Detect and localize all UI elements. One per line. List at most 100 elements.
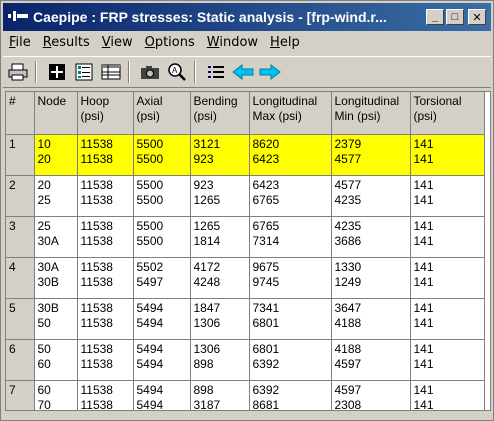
cell-lmin: 4188 4597 bbox=[331, 339, 411, 381]
cell-value: 11538 bbox=[80, 300, 113, 315]
row-number: 6 bbox=[6, 339, 35, 381]
cell-axial: 5500 5500 bbox=[133, 175, 191, 217]
cell-node: 20 25 bbox=[34, 175, 78, 217]
cell-lmax: 8620 6423 bbox=[249, 134, 332, 176]
cell-value: 1306 bbox=[193, 315, 221, 330]
minimize-button[interactable]: _ bbox=[426, 9, 444, 25]
column-header-line2: (psi) bbox=[80, 109, 104, 123]
list-view-icon[interactable] bbox=[72, 61, 96, 83]
cell-value: 50 bbox=[37, 315, 51, 330]
svg-text:A: A bbox=[172, 66, 178, 75]
cell-value: 11538 bbox=[80, 397, 113, 411]
cell-tors: 141 141 bbox=[410, 216, 485, 258]
cell-lmin: 3647 4188 bbox=[331, 298, 411, 340]
column-header[interactable]: Longitudinal Max (psi) bbox=[249, 92, 332, 135]
cell-value: 1306 bbox=[193, 341, 221, 356]
menu-help[interactable]: Help bbox=[264, 35, 306, 50]
table-row[interactable]: 5 30B 50 11538 11538 5494 5494 1847 1306 7341 6801… bbox=[6, 298, 485, 340]
column-header[interactable]: Torsional (psi) bbox=[410, 92, 485, 135]
cell-node: 50 60 bbox=[34, 339, 78, 381]
column-header[interactable]: Axial (psi) bbox=[133, 92, 191, 135]
cell-value: 1249 bbox=[334, 274, 362, 289]
column-header-line1: Longitudinal bbox=[334, 94, 400, 108]
menu-window[interactable]: Window bbox=[201, 35, 264, 50]
cell-lmin: 1330 1249 bbox=[331, 257, 411, 299]
column-header-line2: (psi) bbox=[136, 109, 160, 123]
maximize-button[interactable]: □ bbox=[446, 9, 464, 25]
cell-hoop: 11538 11538 bbox=[77, 339, 134, 381]
cell-hoop: 11538 11538 bbox=[77, 380, 134, 411]
row-number: 7 bbox=[6, 380, 35, 410]
menu-view[interactable]: View bbox=[96, 35, 139, 50]
cell-bending: 1847 1306 bbox=[190, 298, 250, 340]
cell-value: 5494 bbox=[136, 315, 164, 330]
column-header[interactable]: Bending (psi) bbox=[190, 92, 250, 135]
cell-value: 1265 bbox=[193, 192, 221, 207]
app-icon[interactable] bbox=[7, 9, 29, 25]
cell-lmin: 4235 3686 bbox=[331, 216, 411, 258]
cell-value: 8681 bbox=[252, 397, 280, 411]
zoom-icon[interactable]: A bbox=[165, 61, 189, 83]
table-row[interactable]: 1 10 20 11538 11538 5500 5500 3121 923 8620 6423 23… bbox=[6, 134, 485, 176]
arrow-left-icon[interactable] bbox=[231, 61, 255, 83]
cell-value: 30A bbox=[37, 259, 59, 274]
printer-icon[interactable] bbox=[6, 61, 30, 83]
cell-value: 60 bbox=[37, 356, 51, 371]
plus-box-icon[interactable] bbox=[45, 61, 69, 83]
cell-value: 5494 bbox=[136, 356, 164, 371]
toolbar-separator bbox=[194, 61, 196, 83]
results-table: # Node Hoop (psi) Axial (psi) Bending (psi) Long… bbox=[6, 92, 485, 411]
cell-value: 141 bbox=[413, 151, 434, 166]
column-header-line2: Min (psi) bbox=[334, 109, 381, 123]
menu-file[interactable]: File bbox=[3, 35, 37, 50]
cell-value: 5500 bbox=[136, 151, 164, 166]
cell-value: 6392 bbox=[252, 356, 280, 371]
table-row[interactable]: 4 30A 30B 11538 11538 5502 5497 4172 4248 9675 974… bbox=[6, 257, 485, 299]
table-row[interactable]: 6 50 60 11538 11538 5494 5494 1306 898 6801 6392 41… bbox=[6, 339, 485, 381]
cell-value: 4188 bbox=[334, 341, 362, 356]
close-button[interactable]: ✕ bbox=[468, 9, 486, 25]
menu-label-rest: indow bbox=[219, 34, 259, 50]
cell-bending: 1265 1814 bbox=[190, 216, 250, 258]
cell-lmax: 6423 6765 bbox=[249, 175, 332, 217]
menu-mnemonic: W bbox=[206, 34, 220, 50]
row-number: 3 bbox=[6, 216, 35, 258]
arrow-right-icon[interactable] bbox=[258, 61, 282, 83]
row-number: 4 bbox=[6, 257, 35, 299]
cell-value: 30B bbox=[37, 274, 59, 289]
cell-bending: 923 1265 bbox=[190, 175, 250, 217]
cell-value: 1265 bbox=[193, 218, 221, 233]
column-header[interactable]: Longitudinal Min (psi) bbox=[331, 92, 411, 135]
title-bar[interactable]: Caepipe : FRP stresses: Static analysis … bbox=[3, 3, 491, 31]
table-row[interactable]: 3 25 30A 11538 11538 5500 5500 1265 1814 6765 7314… bbox=[6, 216, 485, 258]
cell-hoop: 11538 11538 bbox=[77, 134, 134, 176]
column-header[interactable]: Hoop (psi) bbox=[77, 92, 134, 135]
camera-icon[interactable] bbox=[138, 61, 162, 83]
column-header[interactable]: Node bbox=[34, 92, 78, 135]
cell-value: 6765 bbox=[252, 218, 280, 233]
cell-node: 30A 30B bbox=[34, 257, 78, 299]
cell-node: 10 20 bbox=[34, 134, 78, 176]
column-header-line1: Bending bbox=[193, 94, 238, 108]
column-header[interactable]: # bbox=[6, 92, 35, 135]
menu-results[interactable]: Results bbox=[37, 35, 96, 50]
bullet-list-icon[interactable] bbox=[204, 61, 228, 83]
menu-options[interactable]: Options bbox=[139, 35, 201, 50]
cell-value: 60 bbox=[37, 382, 51, 397]
cell-value: 11538 bbox=[80, 341, 113, 356]
cell-value: 4577 bbox=[334, 151, 362, 166]
cell-value: 4235 bbox=[334, 192, 362, 207]
results-table-container[interactable]: # Node Hoop (psi) Axial (psi) Bending (psi) Long… bbox=[5, 91, 491, 411]
column-header-line2: Max (psi) bbox=[252, 109, 302, 123]
table-view-icon[interactable] bbox=[99, 61, 123, 83]
cell-node: 30B 50 bbox=[34, 298, 78, 340]
cell-value: 6765 bbox=[252, 192, 280, 207]
table-row[interactable]: 2 20 25 11538 11538 5500 5500 923 1265 6423 6765 45… bbox=[6, 175, 485, 217]
cell-lmax: 6392 8681 bbox=[249, 380, 332, 411]
column-header-line2: (psi) bbox=[413, 109, 437, 123]
table-row[interactable]: 7 60 70 11538 11538 5494 5494 898 3187 6392 8681 45… bbox=[6, 380, 485, 411]
cell-value: 4597 bbox=[334, 382, 362, 397]
cell-lmax: 7341 6801 bbox=[249, 298, 332, 340]
cell-value: 1847 bbox=[193, 300, 221, 315]
column-header-line1: Hoop bbox=[80, 94, 110, 108]
